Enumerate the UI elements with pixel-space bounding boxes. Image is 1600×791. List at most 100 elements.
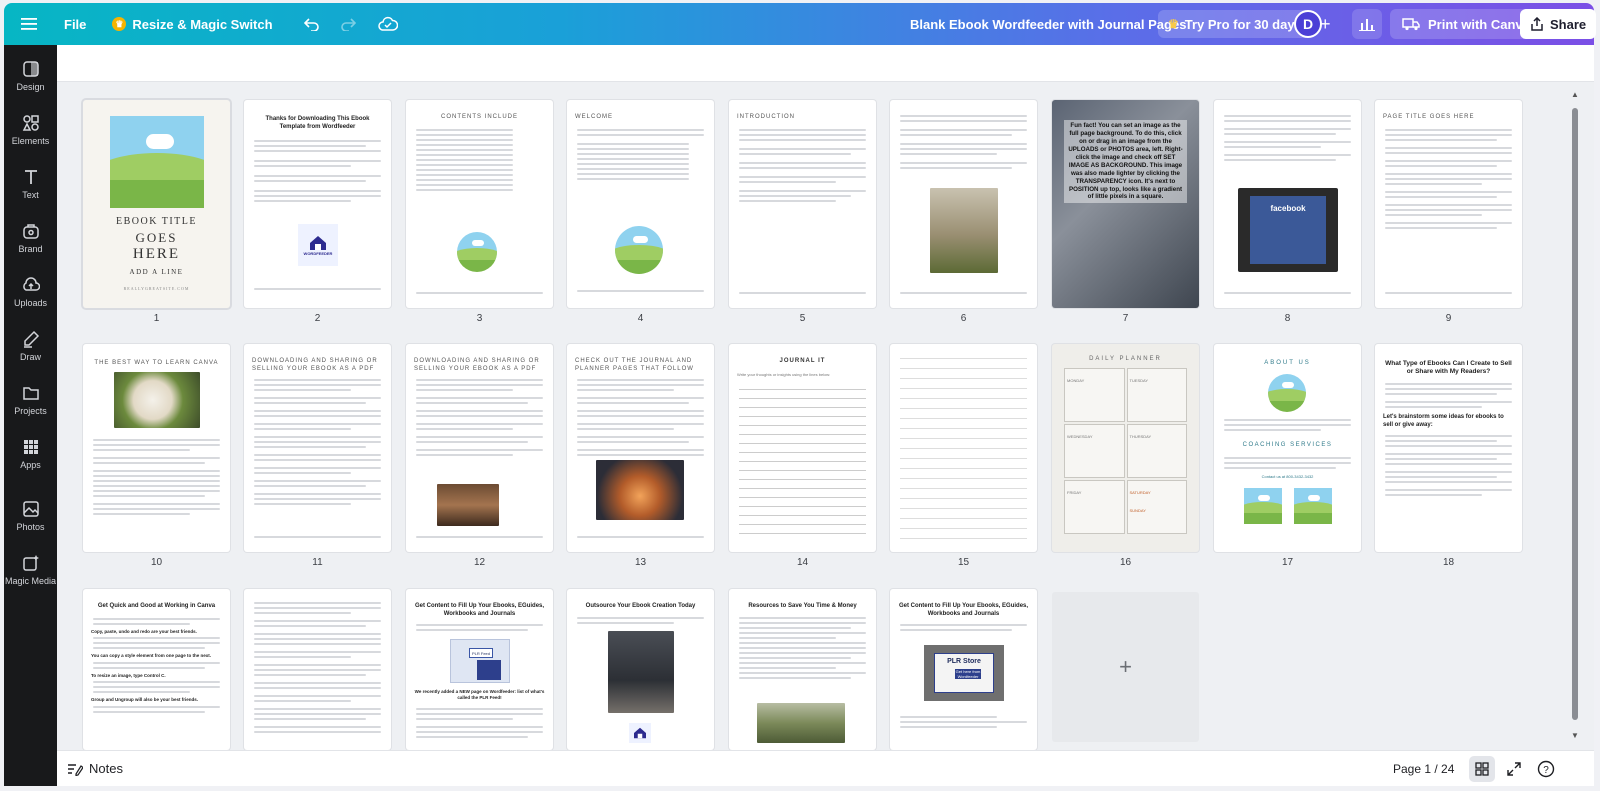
projects-icon	[22, 387, 39, 400]
sidebar-item-brand[interactable]: Brand	[4, 211, 57, 265]
page-thumbnail-1[interactable]: EBOOK TITLE GOES HERE ADD A LINE REALLYG…	[83, 100, 230, 308]
page-subheading: Let's brainstorm some ideas for ebooks t…	[1383, 414, 1504, 428]
page-thumbnail-13[interactable]: CHECK OUT THE JOURNAL AND PLANNER PAGES …	[567, 344, 714, 552]
page-heading: Get Content to Fill Up Your Ebooks, EGui…	[414, 603, 545, 617]
undo-button[interactable]	[295, 7, 329, 41]
notes-button[interactable]: Notes	[67, 761, 123, 776]
vertical-scrollbar[interactable]: ▲ ▼	[1571, 90, 1579, 740]
page-thumbnail-8[interactable]: facebook	[1214, 100, 1361, 308]
page-number: 2	[314, 313, 321, 324]
page-number: 4	[637, 313, 644, 324]
landscape-circle-image	[457, 232, 497, 272]
page-thumbnail-4[interactable]: WELCOME	[567, 100, 714, 308]
reading-photo	[757, 703, 845, 743]
elements-icon	[22, 115, 39, 131]
resize-label: Resize & Magic Switch	[132, 16, 273, 32]
ebook-title-line-3: HERE	[132, 246, 181, 262]
crown-icon: ♛	[112, 17, 127, 31]
sidebar-item-draw[interactable]: Draw	[4, 319, 57, 373]
menu-button[interactable]	[12, 7, 46, 41]
plr-feed-badge: PLR Feed	[469, 648, 493, 658]
photos-icon	[22, 501, 39, 517]
page-heading: CHECK OUT THE JOURNAL AND PLANNER PAGES …	[575, 358, 694, 372]
sidebar-label: Elements	[11, 136, 50, 146]
page-thumbnail-12[interactable]: DOWNLOADING AND SHARING OR SELLING YOUR …	[406, 344, 553, 552]
scroll-down-arrow-icon[interactable]: ▼	[1571, 731, 1579, 740]
page-thumbnail-7[interactable]: Fun fact! You can set an image as the fu…	[1052, 100, 1199, 308]
plr-store-image: PLR Store Get here from Wordfeeder	[924, 645, 1004, 701]
sidebar-item-text[interactable]: Text	[4, 157, 57, 211]
page-thumbnail-5[interactable]: INTRODUCTION	[729, 100, 876, 308]
page-thumbnail-2[interactable]: Thanks for Downloading This Ebook Templa…	[244, 100, 391, 308]
add-page-button[interactable]: +	[1052, 592, 1199, 742]
page-thumbnail-3[interactable]: CONTENTS INCLUDE	[406, 100, 553, 308]
grid-icon	[1475, 761, 1489, 776]
brand-icon	[22, 224, 39, 239]
page-thumbnail-24[interactable]: Get Content to Fill Up Your Ebooks, EGui…	[890, 589, 1037, 750]
page-thumbnail-17[interactable]: ABOUT US COACHING SERVICES Contact us at…	[1214, 344, 1361, 552]
help-button[interactable]: ?	[1535, 758, 1557, 780]
page-thumbnail-9[interactable]: PAGE TITLE GOES HERE	[1375, 100, 1522, 308]
share-button[interactable]: Share	[1520, 9, 1597, 39]
page-thumbnail-21[interactable]: Get Content to Fill Up Your Ebooks, EGui…	[406, 589, 553, 750]
page-number: 16	[1119, 557, 1132, 568]
landscape-circle-image	[615, 226, 663, 274]
insights-button[interactable]	[1352, 9, 1382, 39]
document-title[interactable]: Blank Ebook Wordfeeder with Journal Page…	[910, 17, 1186, 32]
resize-magic-switch-button[interactable]: ♛ Resize & Magic Switch	[104, 17, 280, 32]
sidebar-item-design[interactable]: Design	[4, 49, 57, 103]
plr-store-subtitle: Get here from Wordfeeder	[955, 669, 981, 679]
try-pro-button[interactable]: ♛ Try Pro for 30 days	[1158, 10, 1312, 38]
sidebar-label: Magic Media	[4, 576, 57, 586]
page-thumbnail-23[interactable]: Resources to Save You Time & Money	[729, 589, 876, 750]
sidebar-item-apps[interactable]: Apps	[4, 427, 57, 481]
scrollbar-thumb[interactable]	[1572, 108, 1578, 720]
page-heading: CONTENTS INCLUDE	[440, 114, 518, 120]
sidebar-item-uploads[interactable]: Uploads	[4, 265, 57, 319]
page-thumbnail-22[interactable]: Outsource Your Ebook Creation Today	[567, 589, 714, 750]
bottom-bar: Notes Page 1 / 24 ?	[57, 750, 1594, 786]
page-thumbnail-14[interactable]: JOURNAL IT Write your thoughts or insigh…	[729, 344, 876, 552]
redo-icon	[340, 18, 356, 31]
day-label: TUESDAY	[1129, 378, 1149, 383]
save-status-button[interactable]	[371, 7, 405, 41]
avatar[interactable]: D	[1294, 10, 1322, 38]
page-number: 18	[1442, 557, 1455, 568]
plr-feed-note: We recently added a NEW page on Wordfeed…	[414, 689, 545, 700]
page-thumbnail-18[interactable]: What Type of Ebooks Can I Create to Sell…	[1375, 344, 1522, 552]
page-thumbnail-16[interactable]: DAILY PLANNER MONDAY TUESDAY WEDNESDAY T…	[1052, 344, 1199, 552]
page-thumbnail-20[interactable]	[244, 589, 391, 750]
page-thumbnail-6[interactable]	[890, 100, 1037, 308]
page-number: 11	[312, 557, 323, 568]
page-heading: Outsource Your Ebook Creation Today	[585, 603, 696, 609]
crown-icon: ♛	[1168, 17, 1179, 31]
page-heading: Get Content to Fill Up Your Ebooks, EGui…	[898, 603, 1029, 617]
magic-media-icon	[22, 555, 39, 571]
page-thumbnail-15[interactable]	[890, 344, 1037, 552]
campfire-photo	[596, 460, 684, 520]
fullscreen-button[interactable]	[1503, 758, 1525, 780]
add-collaborator-button[interactable]: +	[1320, 14, 1331, 35]
page-counter[interactable]: Page 1 / 24	[1393, 762, 1454, 776]
sidebar-item-magic-media[interactable]: Magic Media	[4, 543, 57, 597]
page-thumbnail-19[interactable]: Get Quick and Good at Working in Canva C…	[83, 589, 230, 750]
sidebar-item-photos[interactable]: Photos	[4, 489, 57, 543]
facebook-label: facebook	[1270, 204, 1306, 213]
sidebar-item-elements[interactable]: Elements	[4, 103, 57, 157]
grid-view-button[interactable]	[1469, 755, 1495, 782]
page-heading: ABOUT US	[1264, 360, 1311, 366]
page-heading: DOWNLOADING AND SHARING OR SELLING YOUR …	[414, 358, 540, 372]
page-number: 1	[153, 313, 160, 324]
page-heading: JOURNAL IT	[779, 358, 826, 364]
page-number: 7	[1122, 313, 1129, 324]
sidebar-label: Apps	[20, 460, 41, 470]
file-menu[interactable]: File	[56, 17, 94, 32]
page-thumbnail-10[interactable]: THE BEST WAY TO LEARN CANVA	[83, 344, 230, 552]
page-heading: DAILY PLANNER	[1089, 356, 1162, 362]
page-thumbnail-11[interactable]: DOWNLOADING AND SHARING OR SELLING YOUR …	[244, 344, 391, 552]
truck-icon	[1402, 18, 1420, 31]
redo-button[interactable]	[331, 7, 365, 41]
scroll-up-arrow-icon[interactable]: ▲	[1571, 90, 1579, 99]
day-label: THURSDAY	[1129, 434, 1152, 439]
sidebar-item-projects[interactable]: Projects	[4, 373, 57, 427]
